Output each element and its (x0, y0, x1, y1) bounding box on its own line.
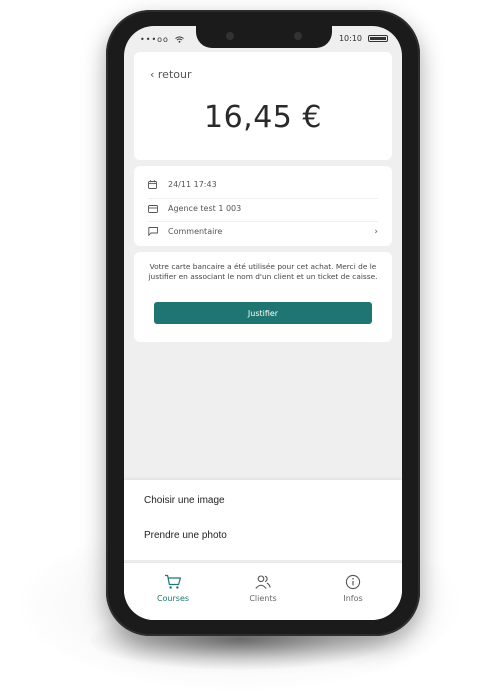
info-icon (345, 574, 361, 590)
phone-frame: •••oo 10:10 ‹ retour 16,45 € 24/11 17:43… (106, 10, 420, 636)
card-icon (148, 204, 162, 213)
tab-infos[interactable]: Infos (318, 573, 388, 603)
tab-clients-label: Clients (249, 594, 277, 603)
transaction-date: 24/11 17:43 (168, 179, 217, 189)
cart-icon (165, 574, 181, 589)
phone-notch (196, 26, 332, 48)
calendar-icon (148, 179, 162, 189)
comment-label: Commentaire (168, 227, 223, 236)
back-link[interactable]: ‹ retour (150, 68, 191, 81)
battery-icon (368, 35, 388, 42)
choose-image-option[interactable]: Choisir une image (144, 495, 225, 506)
image-action-sheet: Choisir une image Prendre une photo (124, 480, 402, 560)
details-card: 24/11 17:43 Agence test 1 003 Commentair… (134, 166, 392, 246)
phone-screen: •••oo 10:10 ‹ retour 16,45 € 24/11 17:43… (124, 26, 402, 620)
tab-courses[interactable]: Courses (138, 573, 208, 603)
transaction-amount: 16,45 € (203, 100, 322, 135)
take-photo-option[interactable]: Prendre une photo (144, 530, 227, 541)
comment-row[interactable]: Commentaire › (148, 221, 378, 241)
carrier-signal: •••oo (140, 35, 184, 44)
amount-card: ‹ retour 16,45 € (134, 52, 392, 160)
users-icon (255, 575, 271, 589)
tab-infos-label: Infos (343, 594, 363, 603)
date-row: 24/11 17:43 (148, 174, 378, 194)
tab-courses-label: Courses (156, 594, 190, 603)
status-right: 10:10 (339, 34, 388, 43)
camera-icon (226, 32, 234, 40)
tab-clients[interactable]: Clients (228, 573, 298, 603)
agency-row: Agence test 1 003 (148, 198, 378, 218)
justify-message: Votre carte bancaire a été utilisée pour… (148, 262, 378, 281)
sensor-icon (294, 32, 302, 40)
bottom-tab-bar: Courses Clients Infos (124, 562, 402, 620)
comment-icon (148, 227, 162, 236)
chevron-right-icon: › (374, 226, 378, 237)
status-time: 10:10 (338, 34, 362, 43)
wifi-icon (174, 36, 184, 43)
agency-name: Agence test 1 003 (168, 204, 242, 213)
justify-card: Votre carte bancaire a été utilisée pour… (134, 252, 392, 342)
signal-dots: •••oo (140, 35, 169, 44)
justify-button[interactable]: Justifier (154, 302, 372, 324)
